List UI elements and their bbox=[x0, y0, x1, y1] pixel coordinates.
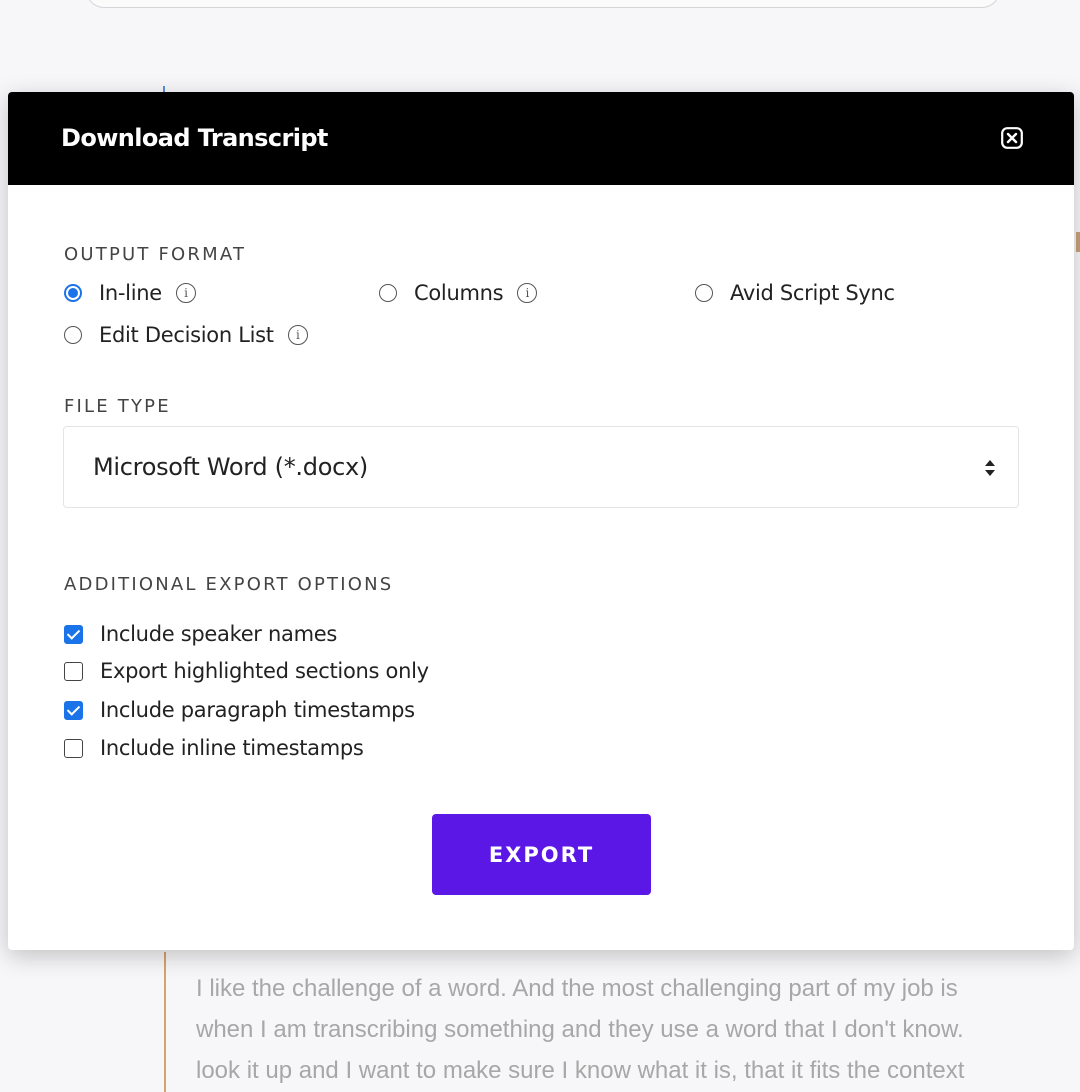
radio-button[interactable] bbox=[64, 284, 82, 302]
additional-options-label: ADDITIONAL EXPORT OPTIONS bbox=[64, 574, 394, 595]
checkbox-label: Include inline timestamps bbox=[100, 736, 364, 760]
close-icon bbox=[1001, 127, 1023, 149]
close-button[interactable] bbox=[1001, 127, 1023, 149]
transcript-line: when I am transcribing something and the… bbox=[196, 1016, 964, 1043]
checkbox-export-highlighted-only[interactable]: Export highlighted sections only bbox=[64, 659, 429, 683]
transcript-line: look it up and I want to make sure I kno… bbox=[196, 1057, 965, 1084]
sort-arrows-icon bbox=[985, 460, 995, 476]
radio-avid-script-sync[interactable]: Avid Script Sync bbox=[695, 281, 895, 305]
radio-label: Edit Decision List bbox=[99, 323, 274, 347]
radio-label: Columns bbox=[414, 281, 504, 305]
checkbox-label: Include speaker names bbox=[100, 622, 338, 646]
checkbox-include-speaker-names[interactable]: Include speaker names bbox=[64, 622, 337, 646]
output-format-label: OUTPUT FORMAT bbox=[64, 244, 247, 265]
file-type-value: Microsoft Word (*.docx) bbox=[93, 453, 368, 481]
info-icon[interactable]: i bbox=[287, 325, 308, 345]
radio-edit-decision-list[interactable]: Edit Decision List i bbox=[64, 323, 308, 347]
radio-label: In-line bbox=[99, 281, 162, 305]
checkbox-label: Include paragraph timestamps bbox=[100, 698, 415, 722]
background-transcript: I like the challenge of a word. And the … bbox=[196, 968, 1080, 1091]
background-search-bar bbox=[86, 0, 1000, 8]
checkbox-include-paragraph-timestamps[interactable]: Include paragraph timestamps bbox=[64, 698, 415, 722]
file-type-label: FILE TYPE bbox=[64, 396, 171, 417]
checkbox-include-inline-timestamps[interactable]: Include inline timestamps bbox=[64, 736, 364, 760]
info-icon[interactable]: i bbox=[517, 283, 538, 303]
checkbox-label: Export highlighted sections only bbox=[100, 659, 429, 683]
export-button[interactable]: EXPORT bbox=[432, 814, 651, 895]
file-type-select[interactable]: Microsoft Word (*.docx) bbox=[63, 426, 1019, 508]
radio-label: Avid Script Sync bbox=[730, 281, 895, 305]
dialog-title: Download Transcript bbox=[61, 124, 328, 152]
radio-button[interactable] bbox=[695, 284, 713, 302]
radio-button[interactable] bbox=[64, 326, 82, 344]
dialog-header: Download Transcript bbox=[8, 92, 1074, 185]
checkbox[interactable] bbox=[64, 624, 83, 644]
checkbox[interactable] bbox=[64, 700, 83, 720]
checkbox[interactable] bbox=[64, 661, 83, 681]
background-marker bbox=[1076, 232, 1080, 252]
download-transcript-dialog: Download Transcript OUTPUT FORMAT In-lin… bbox=[8, 92, 1074, 950]
radio-columns[interactable]: Columns i bbox=[379, 281, 538, 305]
background-paragraph-rule bbox=[164, 952, 166, 1092]
info-icon[interactable]: i bbox=[175, 283, 196, 303]
checkbox[interactable] bbox=[64, 738, 83, 758]
radio-button[interactable] bbox=[379, 284, 397, 302]
transcript-line: I like the challenge of a word. And the … bbox=[196, 975, 958, 1002]
radio-in-line[interactable]: In-line i bbox=[64, 281, 196, 305]
